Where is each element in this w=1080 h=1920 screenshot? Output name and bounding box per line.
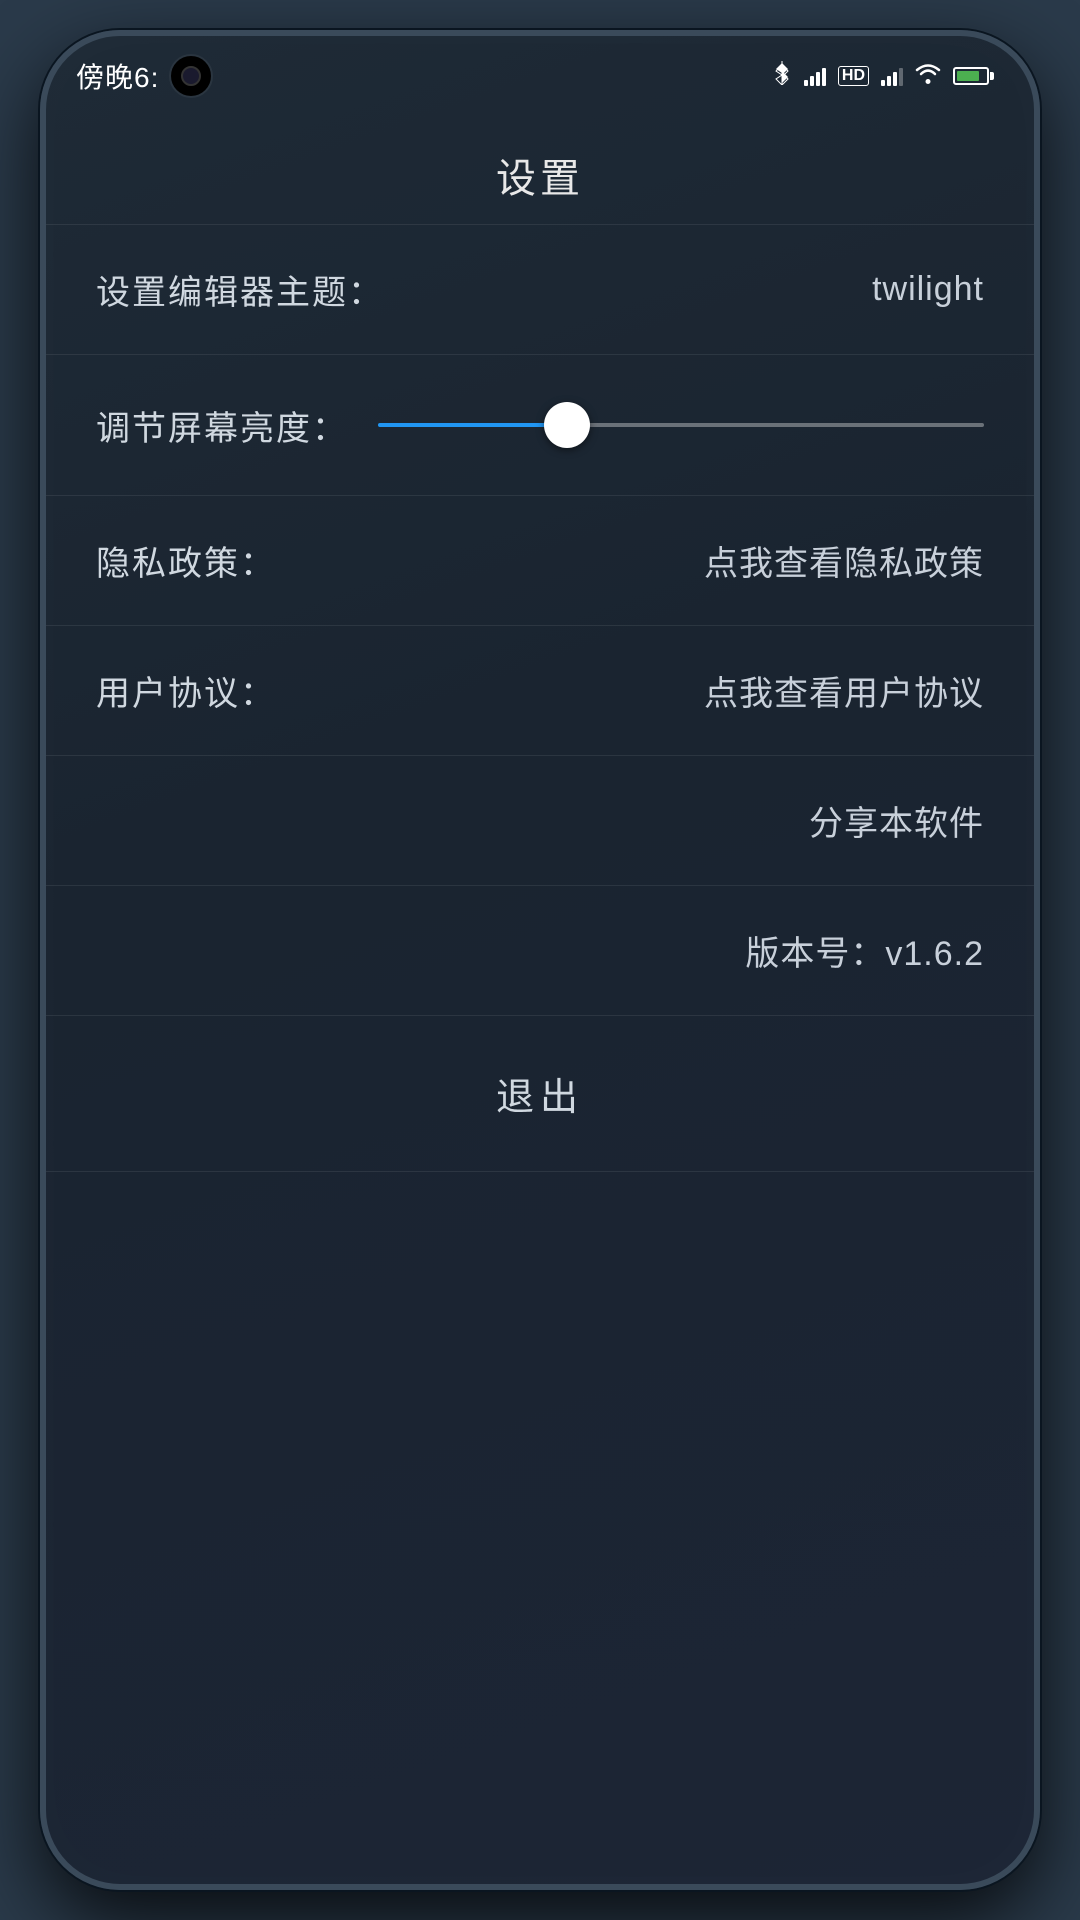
slider-thumb[interactable] — [544, 402, 590, 448]
theme-row[interactable]: 设置编辑器主题： twilight — [46, 225, 1034, 355]
logout-row[interactable]: 退出 — [46, 1016, 1034, 1172]
settings-list: 设置编辑器主题： twilight 调节屏幕亮度： 隐私政策： 点我查看隐私政策 — [46, 225, 1034, 1172]
signal-bars-2 — [881, 66, 903, 86]
version-row: 版本号：v1.6.2 — [46, 886, 1034, 1016]
brightness-slider-container[interactable] — [378, 395, 984, 455]
slider-track-filled — [378, 423, 566, 427]
phone-shell: 傍晚6: HD — [40, 30, 1040, 1890]
version-text: 版本号：v1.6.2 — [745, 926, 984, 975]
theme-value: twilight — [872, 270, 984, 309]
battery-body — [953, 67, 989, 85]
privacy-value: 点我查看隐私政策 — [704, 536, 984, 585]
camera-lens — [181, 66, 201, 86]
wifi-icon — [915, 62, 941, 90]
main-content: 设置 设置编辑器主题： twilight 调节屏幕亮度： — [46, 116, 1034, 1884]
logout-label: 退出 — [496, 1066, 584, 1121]
share-row[interactable]: 分享本软件 — [46, 756, 1034, 886]
hd-badge: HD — [838, 66, 869, 86]
brightness-row: 调节屏幕亮度： — [46, 355, 1034, 496]
agreement-row[interactable]: 用户协议： 点我查看用户协议 — [46, 626, 1034, 756]
slider-track-empty — [566, 423, 984, 427]
agreement-value: 点我查看用户协议 — [704, 666, 984, 715]
signal-bars-1 — [804, 66, 826, 86]
bluetooth-icon — [772, 61, 792, 91]
theme-label: 设置编辑器主题： — [96, 265, 384, 314]
slider-track — [378, 423, 984, 427]
status-left: 傍晚6: — [76, 54, 213, 98]
page-title-bar: 设置 — [46, 116, 1034, 225]
time-display: 傍晚6: — [76, 56, 159, 96]
battery-fill — [957, 71, 979, 81]
status-right: HD — [772, 61, 994, 91]
privacy-label: 隐私政策： — [96, 536, 276, 585]
agreement-label: 用户协议： — [96, 666, 276, 715]
page-title: 设置 — [496, 157, 584, 201]
front-camera — [169, 54, 213, 98]
brightness-label: 调节屏幕亮度： — [96, 401, 348, 450]
status-bar: 傍晚6: HD — [46, 36, 1034, 116]
share-value: 分享本软件 — [809, 796, 984, 845]
battery-indicator — [953, 67, 994, 85]
privacy-row[interactable]: 隐私政策： 点我查看隐私政策 — [46, 496, 1034, 626]
battery-tip — [990, 72, 994, 80]
